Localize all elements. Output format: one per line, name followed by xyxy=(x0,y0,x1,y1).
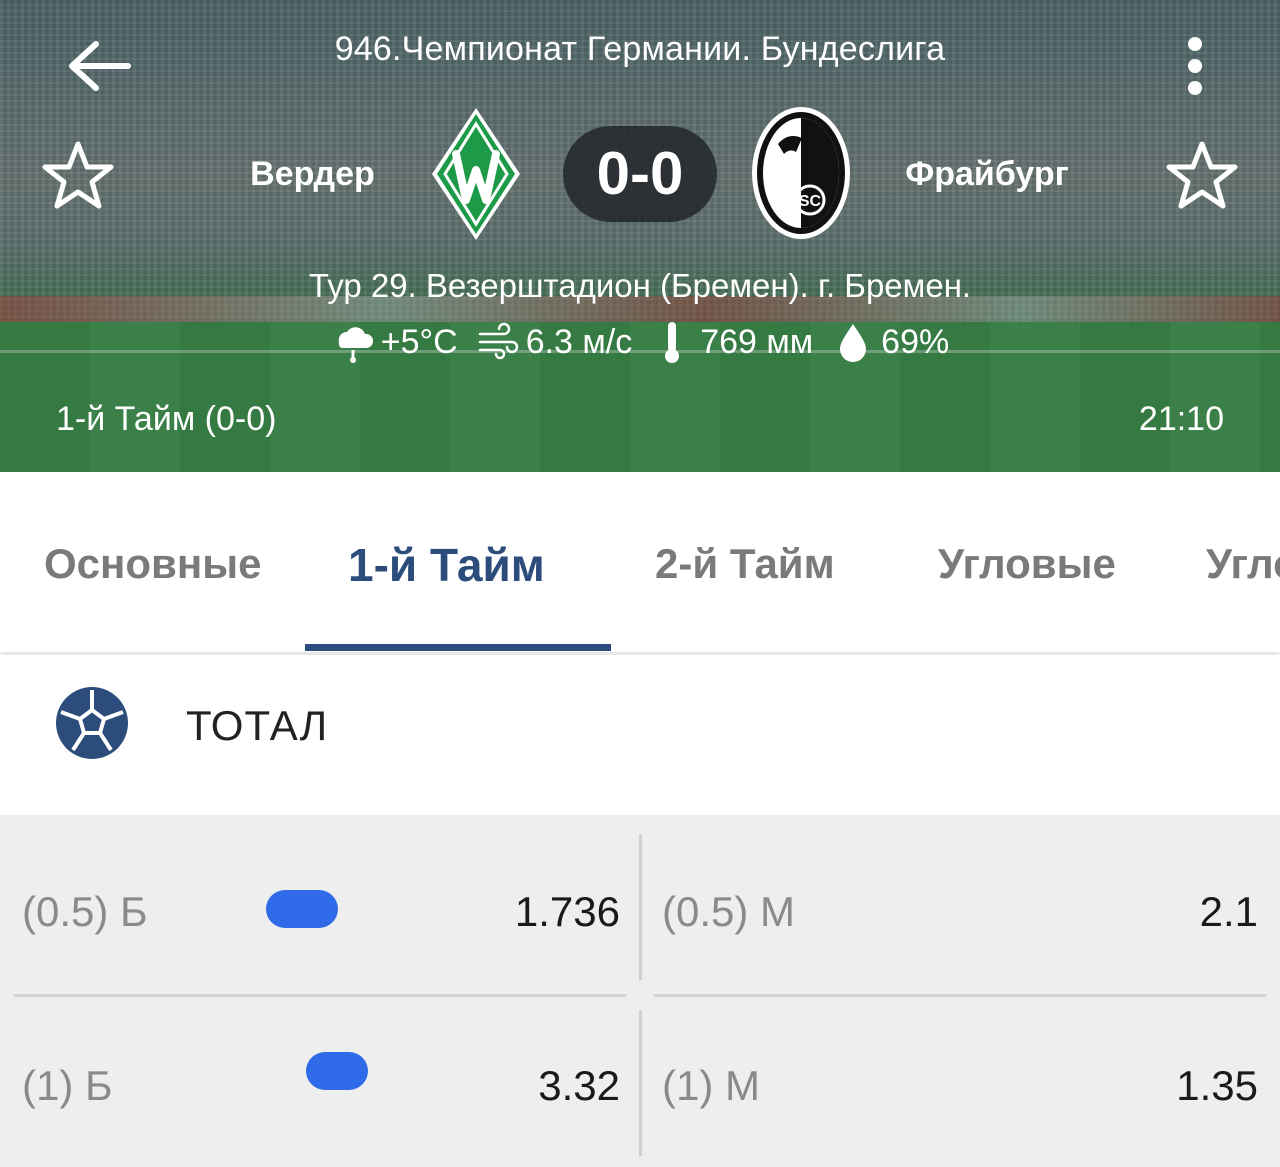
home-team-name: Вердер xyxy=(250,155,375,193)
werder-logo-icon xyxy=(430,106,522,242)
tab-corners[interactable]: Угловые xyxy=(938,540,1116,588)
temperature: +5°C xyxy=(380,322,458,361)
droplet-icon xyxy=(831,320,875,364)
row-divider xyxy=(654,994,1266,997)
odd-value: 3.32 xyxy=(538,1062,620,1109)
odd-value: 1.35 xyxy=(1176,1062,1258,1109)
odd-label: (1) М xyxy=(662,1062,760,1109)
more-menu-icon[interactable] xyxy=(1178,36,1212,102)
rain-cloud-icon xyxy=(331,320,375,364)
pressure: 769 мм xyxy=(700,322,814,361)
odd-label: (0.5) М xyxy=(662,888,796,935)
favorite-home-star-icon[interactable] xyxy=(42,140,114,212)
tab-second-half[interactable]: 2-й Тайм xyxy=(655,540,835,588)
soccer-ball-icon xyxy=(55,686,129,760)
wind-speed: 6.3 м/с xyxy=(525,322,633,361)
period-label: 1-й Тайм (0-0) xyxy=(56,400,277,438)
svg-text:SC: SC xyxy=(799,193,822,210)
tab-first-half[interactable]: 1-й Тайм xyxy=(348,538,545,592)
thermometer-icon xyxy=(650,320,694,364)
venue-info: Тур 29. Везерштадион (Бремен). г. Бремен… xyxy=(308,267,972,304)
league-title: 946.Чемпионат Германии. Бундеслига xyxy=(334,30,946,68)
match-time: 21:10 xyxy=(1138,400,1224,438)
odd-label: (0.5) Б xyxy=(22,888,148,935)
active-tab-indicator xyxy=(305,644,611,651)
away-team-name: Фрайбург xyxy=(905,155,1069,193)
tab-corners-more[interactable]: Угло xyxy=(1206,540,1280,588)
odd-label: (1) Б xyxy=(22,1062,113,1109)
tab-main[interactable]: Основные xyxy=(44,540,261,588)
odd-value: 1.736 xyxy=(514,888,620,935)
market-title: ТОТАЛ xyxy=(186,702,329,749)
market-tabs: Основные 1-й Тайм 2-й Тайм Угловые Угло xyxy=(0,472,1280,652)
favorite-away-star-icon[interactable] xyxy=(1166,140,1238,212)
match-header: 946.Чемпионат Германии. Бундеслига Верде… xyxy=(0,0,1280,472)
weather-bar: +5°C 6.3 м/с 769 мм 69% xyxy=(0,318,1280,366)
column-divider xyxy=(639,834,642,980)
humidity: 69% xyxy=(881,322,950,361)
back-arrow-icon[interactable] xyxy=(64,36,134,96)
odd-value: 2.1 xyxy=(1199,888,1258,935)
freiburg-logo-icon: SC xyxy=(750,104,852,242)
score: 0-0 xyxy=(563,126,717,222)
touch-indicator xyxy=(306,1052,368,1090)
wind-icon xyxy=(476,320,520,364)
touch-indicator xyxy=(266,890,338,928)
row-divider xyxy=(14,994,626,997)
